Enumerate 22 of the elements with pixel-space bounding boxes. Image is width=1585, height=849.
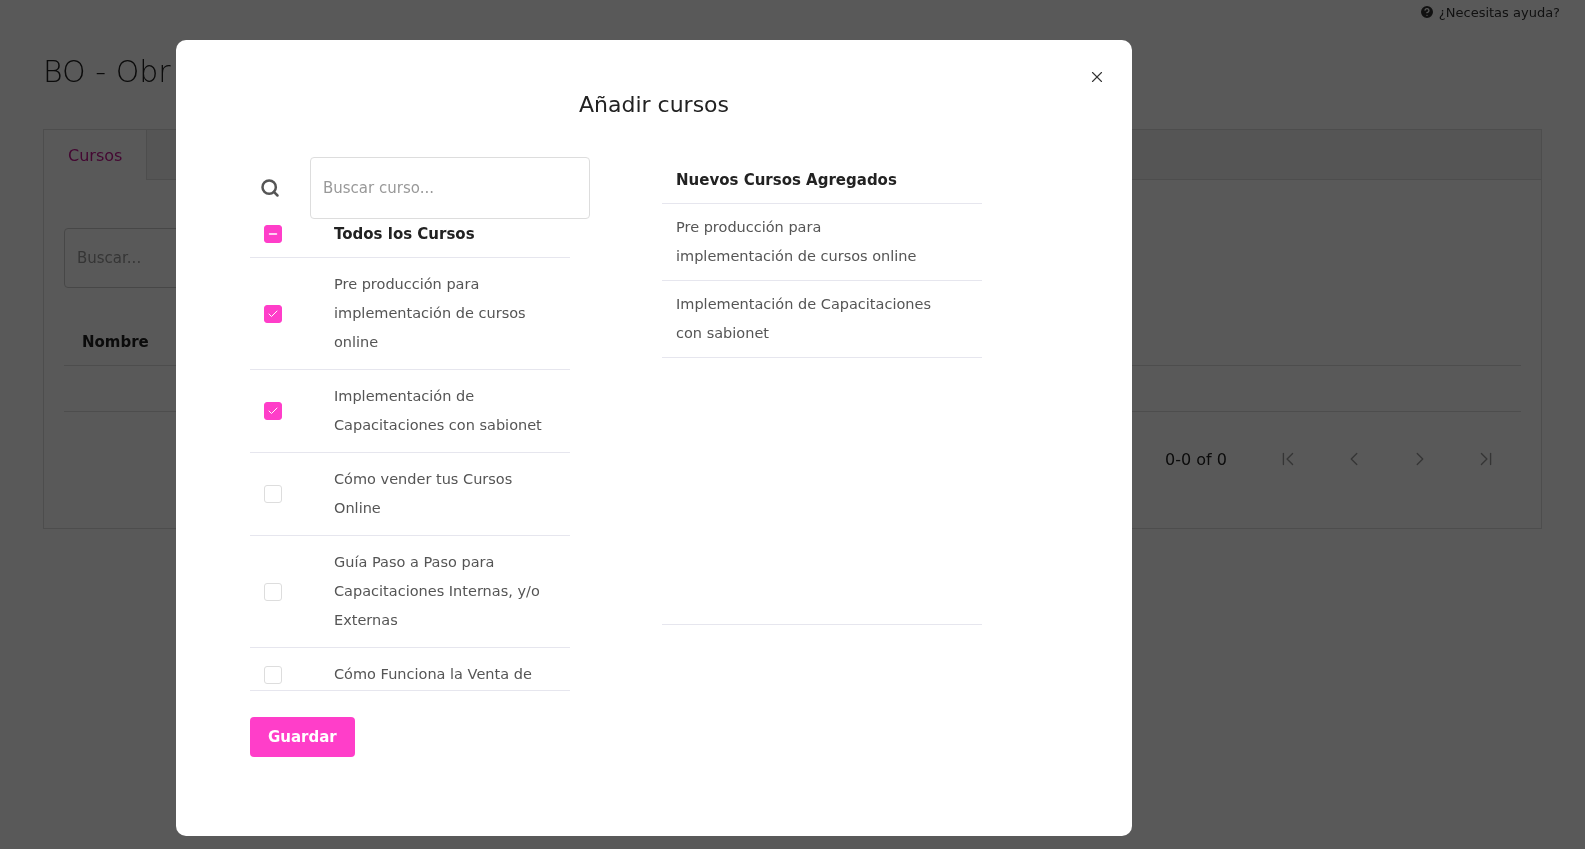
- course-name: Cómo vender tus Cursos Online: [334, 470, 514, 518]
- course-name: Guía Paso a Paso para Capacitaciones Internas, y/o Externas: [334, 553, 541, 630]
- added-courses-title: Nuevos Cursos Agregados: [662, 165, 982, 204]
- course-name: Pre producción para implementación de cursos online: [334, 275, 527, 352]
- pagination-range: 0-0 of 0: [1165, 449, 1227, 469]
- course-name: Implementación de Capacitaciones con sabionet: [334, 387, 543, 435]
- check-icon: [267, 405, 279, 417]
- select-all-checkbox[interactable]: [264, 225, 282, 243]
- dialog-title: Añadir cursos: [578, 92, 730, 117]
- course-search-field[interactable]: Buscar curso...: [310, 157, 590, 219]
- save-button[interactable]: Guardar: [250, 717, 355, 757]
- course-checkbox[interactable]: [264, 304, 282, 323]
- page-title: BO - Obr: [43, 54, 171, 89]
- select-all-label: Todos los Cursos: [334, 225, 475, 243]
- help-icon: [1418, 4, 1435, 20]
- column-header: Nombre: [82, 332, 149, 351]
- added-course-item: Pre producción para implementación de cursos online: [662, 204, 982, 281]
- search-icon: [260, 178, 280, 198]
- tab[interactable]: Cursos: [44, 130, 148, 180]
- added-course-item: Implementación de Capacitaciones con sabionet: [662, 281, 982, 358]
- course-checkbox[interactable]: [264, 402, 282, 420]
- course-name: Cómo Funciona la Venta de: [334, 665, 533, 684]
